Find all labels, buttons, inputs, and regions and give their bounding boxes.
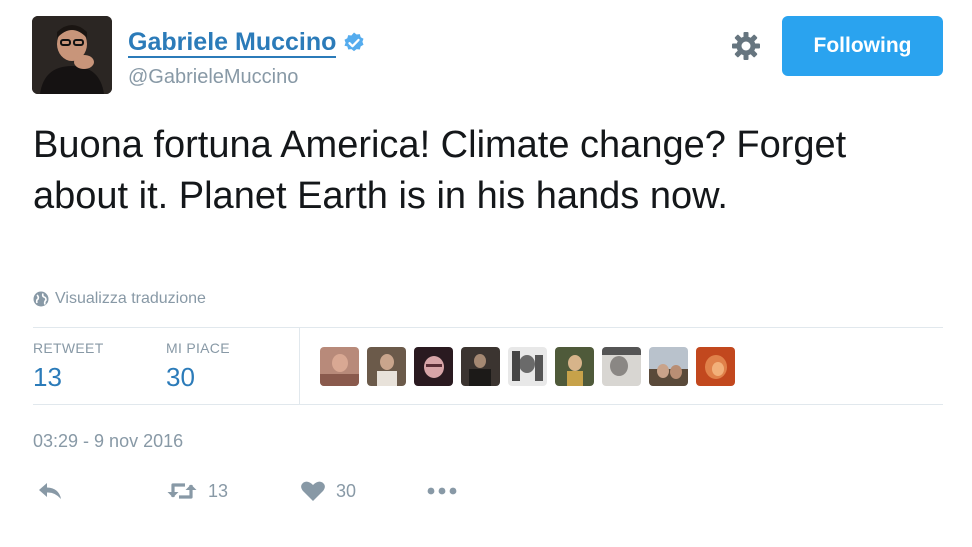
like-button[interactable]: 30 bbox=[300, 480, 356, 502]
retweet-action-count: 13 bbox=[208, 480, 229, 501]
divider bbox=[33, 327, 943, 328]
following-button[interactable]: Following bbox=[782, 16, 943, 76]
like-stat[interactable]: MI PIACE 30 bbox=[166, 340, 230, 393]
liker-avatar[interactable] bbox=[555, 347, 594, 386]
avatar[interactable] bbox=[32, 16, 112, 94]
retweet-button[interactable]: 13 bbox=[166, 480, 228, 502]
like-stat-label: MI PIACE bbox=[166, 340, 230, 356]
translate-link[interactable]: Visualizza traduzione bbox=[33, 290, 206, 308]
liker-avatar[interactable] bbox=[696, 347, 735, 386]
translate-label: Visualizza traduzione bbox=[55, 290, 206, 307]
author-name-row: Gabriele Muccino bbox=[128, 28, 366, 58]
more-actions-button[interactable] bbox=[426, 480, 460, 502]
avatar-photo bbox=[32, 16, 112, 94]
liker-avatar[interactable] bbox=[320, 347, 359, 386]
liker-avatar[interactable] bbox=[649, 347, 688, 386]
like-action-count: 30 bbox=[336, 480, 357, 501]
author-display-name[interactable]: Gabriele Muccino bbox=[128, 28, 337, 58]
reply-button[interactable] bbox=[36, 480, 64, 502]
stat-separator bbox=[299, 328, 300, 404]
gear-icon[interactable] bbox=[730, 30, 762, 62]
liker-avatar[interactable] bbox=[602, 347, 641, 386]
liker-avatar[interactable] bbox=[367, 347, 406, 386]
retweet-stat-label: RETWEET bbox=[33, 340, 104, 356]
author-handle[interactable]: @GabrieleMuccino bbox=[128, 66, 298, 89]
tweet-timestamp[interactable]: 03:29 - 9 nov 2016 bbox=[33, 431, 183, 452]
retweet-icon bbox=[167, 483, 197, 499]
globe-icon bbox=[33, 291, 49, 307]
heart-icon bbox=[301, 481, 325, 501]
retweet-stat[interactable]: RETWEET 13 bbox=[33, 340, 104, 393]
liker-avatar[interactable] bbox=[414, 347, 453, 386]
divider bbox=[33, 404, 943, 405]
reply-icon bbox=[39, 483, 61, 499]
like-stat-count: 30 bbox=[166, 362, 195, 392]
more-dots-icon bbox=[427, 487, 457, 495]
verified-badge-icon bbox=[344, 32, 364, 52]
retweet-stat-count: 13 bbox=[33, 362, 62, 392]
liker-avatars bbox=[320, 347, 735, 386]
tweet-text: Buona fortuna America! Climate change? F… bbox=[33, 124, 847, 217]
liker-avatar[interactable] bbox=[508, 347, 547, 386]
liker-avatar[interactable] bbox=[461, 347, 500, 386]
